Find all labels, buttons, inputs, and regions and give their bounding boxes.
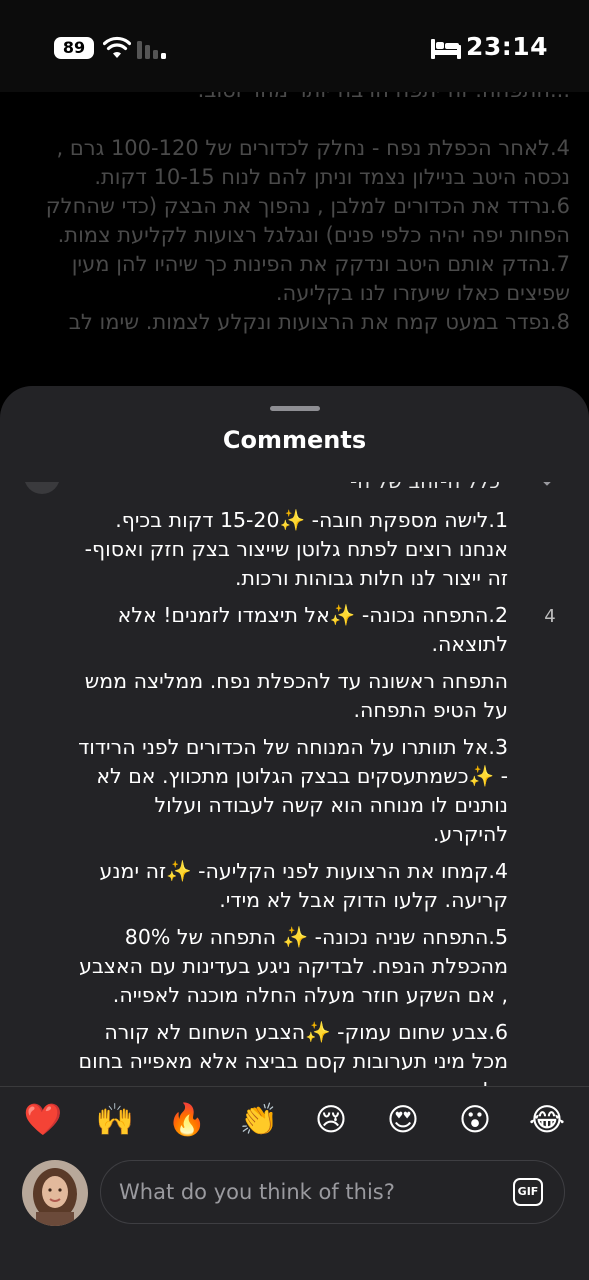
gif-icon[interactable]: GIF [513, 1178, 543, 1206]
comment-paragraph: 1.לישה מספקת חובה- ✨15-20 דקות בכיף. אנח… [84, 508, 508, 590]
sheet-drag-handle[interactable] [270, 406, 320, 411]
caption-line: 8.נפדר במעט קמח את הרצועות ונקלע לצמות. … [68, 310, 570, 334]
status-bar: 89 23:14 [0, 0, 589, 92]
comment-partial-line: כלל ה-זהב של ה- [80, 482, 500, 494]
reaction-clap[interactable]: 👏 [239, 1098, 279, 1142]
comment-paragraph: 6.צבע שחום עמוק- ✨הצבע השחום לא קורה מכל… [78, 1020, 508, 1086]
comment-like-count: 4 [544, 606, 556, 627]
reaction-surprised[interactable]: 😮 [455, 1098, 495, 1142]
clock: 23:14 [466, 32, 549, 61]
comment-paragraph: התפחה ראשונה עד להכפלת נפח. ממליצה ממש ע… [84, 669, 508, 722]
bed-icon [431, 39, 461, 59]
caption-line: 7.נהדק אותם היטב ונדקק את הפינות כך שיהי… [71, 252, 570, 305]
signal-icon [137, 41, 166, 59]
comment-list[interactable]: כלל ה-זהב של ה- 4 1.לישה מספקת חובה- ✨15… [0, 482, 589, 1086]
comment-paragraph: 3.אל תוותרו על המנוחה של הכדורים לפני הר… [78, 735, 508, 846]
comment-paragraph: 5.התפחה שניה נכונה- ✨ התפחה של 80% מהכפל… [79, 925, 508, 1007]
reaction-crying[interactable]: 😢 [311, 1098, 351, 1142]
battery-indicator: 89 [54, 37, 94, 59]
user-avatar[interactable] [22, 1160, 88, 1226]
comment-input[interactable] [119, 1161, 499, 1223]
reaction-heart[interactable]: ❤️ [23, 1098, 63, 1142]
post-caption: ...התפחה. זה יתפח הרבה יותר מהר וטוב. 4.… [40, 76, 570, 396]
reaction-raised-hands[interactable]: 🙌 [95, 1098, 135, 1142]
caption-line [40, 105, 570, 134]
quick-reaction-bar: ❤️ 🙌 🔥 👏 😢 😍 😮 😂 [0, 1098, 589, 1142]
divider [0, 1086, 589, 1087]
reaction-fire[interactable]: 🔥 [167, 1098, 207, 1142]
comment-input-box[interactable]: GIF [100, 1160, 565, 1224]
reaction-heart-eyes[interactable]: 😍 [383, 1098, 423, 1142]
caption-line: 6.נרדד את הכדורים למלבן , נהפוך את הבצק … [45, 194, 570, 247]
sheet-title: Comments [222, 426, 367, 454]
commenter-avatar[interactable] [24, 482, 60, 494]
wifi-icon [103, 36, 131, 58]
caption-line: 4.לאחר הכפלת נפח - נחלק לכדורים של 100-1… [56, 136, 570, 189]
reaction-laughing[interactable]: 😂 [527, 1098, 567, 1142]
comment-paragraph: 2.התפחה נכונה- ✨אל תיצמדו לזמנים! אלא לת… [117, 603, 508, 656]
comment-paragraph: 4.קמחו את הרצועות לפני הקליעה- ✨זה ימנע … [99, 859, 509, 912]
comments-sheet: Comments כלל ה-זהב של ה- 4 1.לישה מספקת … [0, 386, 589, 1280]
comment-text: 1.לישה מספקת חובה- ✨15-20 דקות בכיף. אנח… [76, 506, 508, 1086]
heart-outline-icon[interactable] [536, 482, 558, 488]
